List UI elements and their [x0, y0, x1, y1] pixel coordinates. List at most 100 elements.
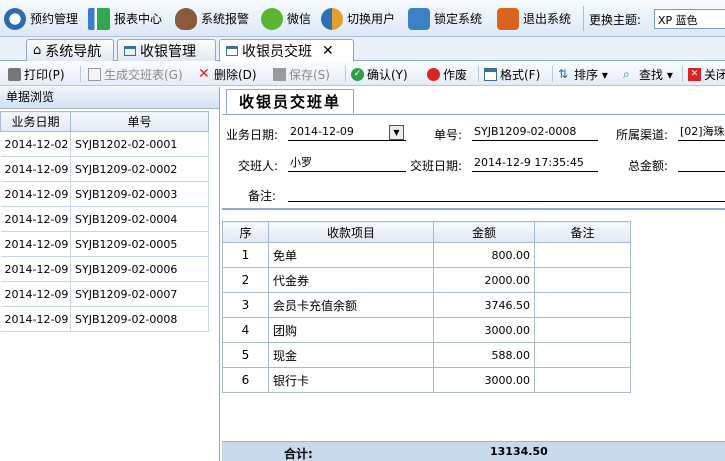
item-cell: 银行卡 — [268, 367, 434, 393]
document-browser-panel: 单据浏览 业务日期 单号 2014-12-02 SYJB1202-02-0001 … — [0, 87, 220, 461]
handover-date-field[interactable]: 2014-12-9 17:35:45 — [472, 154, 598, 172]
action-toolbar: 打印(P) 生成交班表(G) ✕ 删除(D) 保存(S) ✓ 确认(Y) 作废 … — [0, 62, 725, 86]
close-button[interactable]: ✕ 关闭 — [688, 65, 725, 83]
remark-cell[interactable] — [534, 317, 631, 343]
business-date-label: 业务日期: — [226, 128, 279, 142]
table-row[interactable]: 2014-12-09 SYJB1209-02-0004 — [0, 206, 209, 232]
system-alarm-button[interactable]: 系统报警 — [175, 6, 249, 31]
table-row[interactable]: 6 银行卡 3000.00 — [222, 367, 631, 393]
theme-label: 更换主题: — [589, 13, 642, 27]
form-title: 收银员交班单 — [226, 89, 355, 114]
column-header-docno[interactable]: 单号 — [70, 111, 209, 132]
generate-handover-button[interactable]: 生成交班表(G) — [88, 65, 183, 83]
table-row[interactable]: 2014-12-09 SYJB1209-02-0007 — [0, 281, 209, 307]
handover-person-field[interactable]: 小罗 — [288, 154, 406, 172]
report-icon — [88, 7, 110, 30]
date-cell: 2014-12-09 — [0, 156, 71, 182]
print-button[interactable]: 打印(P) — [8, 65, 65, 83]
save-button[interactable]: 保存(S) — [273, 65, 330, 83]
document-list: 业务日期 单号 2014-12-02 SYJB1202-02-0001 2014-… — [0, 111, 209, 332]
save-icon — [273, 67, 286, 81]
column-header-item[interactable]: 收款项目 — [268, 221, 434, 243]
docno-cell: SYJB1209-02-0007 — [70, 281, 209, 307]
table-row[interactable]: 3 会员卡充值余额 3746.50 — [222, 292, 631, 318]
date-cell: 2014-12-09 — [0, 256, 71, 282]
tab-system-navigation[interactable]: ⌂ 系统导航 — [26, 39, 114, 61]
toolbar-divider — [80, 66, 81, 82]
column-header-amount[interactable]: 金额 — [433, 221, 535, 243]
handover-date-label: 交班日期: — [410, 159, 463, 173]
lock-system-button[interactable]: 锁定系统 — [408, 6, 482, 31]
column-header-date[interactable]: 业务日期 — [0, 111, 71, 132]
users-icon — [321, 7, 343, 30]
date-cell: 2014-12-02 — [0, 131, 71, 157]
table-row[interactable]: 2014-12-09 SYJB1209-02-0002 — [0, 156, 209, 182]
chevron-down-icon[interactable]: ▼ — [389, 125, 404, 140]
remark-cell[interactable] — [534, 342, 631, 368]
toolbar-divider — [345, 66, 346, 82]
confirm-button[interactable]: ✓ 确认(Y) — [351, 65, 408, 83]
appointment-button[interactable]: 预约管理 — [4, 6, 78, 31]
tab-cashier-handover[interactable]: 收银员交班 ✕ — [219, 39, 354, 62]
item-cell: 代金券 — [268, 267, 434, 293]
amount-cell: 3746.50 — [433, 292, 535, 318]
table-row[interactable]: 1 免单 800.00 — [222, 242, 631, 268]
handover-person-label: 交班人: — [238, 159, 279, 173]
table-row[interactable]: 2014-12-09 SYJB1209-02-0008 — [0, 306, 209, 332]
remark-cell[interactable] — [534, 242, 631, 268]
doc-no-label: 单号: — [434, 128, 463, 142]
column-header-remark[interactable]: 备注 — [534, 221, 631, 243]
index-cell: 2 — [222, 267, 269, 293]
remark-field[interactable] — [288, 184, 725, 202]
table-row[interactable]: 2014-12-09 SYJB1209-02-0005 — [0, 231, 209, 257]
print-icon — [8, 67, 21, 81]
void-icon — [427, 67, 440, 81]
amount-cell: 3000.00 — [433, 317, 535, 343]
close-icon: ✕ — [688, 67, 701, 81]
table-row[interactable]: 2014-12-02 SYJB1202-02-0001 — [0, 131, 209, 157]
void-button[interactable]: 作废 — [427, 65, 467, 83]
switch-user-button[interactable]: 切换用户 — [321, 6, 395, 31]
tab-cashier-management[interactable]: 收银管理 — [117, 39, 216, 61]
power-icon — [497, 7, 519, 30]
tab-strip: ⌂ 系统导航 收银管理 收银员交班 ✕ — [0, 37, 725, 62]
heart-icon — [175, 7, 197, 30]
docno-cell: SYJB1202-02-0001 — [70, 131, 209, 157]
grid-total-bar: 合计: 13134.50 — [222, 441, 725, 461]
remark-cell[interactable] — [534, 267, 631, 293]
column-header-index[interactable]: 序 — [222, 221, 269, 243]
item-cell: 会员卡充值余额 — [268, 292, 434, 318]
table-row[interactable]: 2 代金券 2000.00 — [222, 267, 631, 293]
index-cell: 6 — [222, 367, 269, 393]
date-cell: 2014-12-09 — [0, 206, 71, 232]
channel-field[interactable]: [02]海珠店 — [678, 123, 725, 141]
close-tab-icon[interactable]: ✕ — [322, 43, 334, 59]
report-center-button[interactable]: 报表中心 — [88, 6, 162, 31]
index-cell: 5 — [222, 342, 269, 368]
table-row[interactable]: 4 团购 3000.00 — [222, 317, 631, 343]
sort-icon: ⇅ — [558, 66, 569, 81]
index-cell: 3 — [222, 292, 269, 318]
toolbar-divider — [583, 6, 584, 31]
table-row[interactable]: 5 现金 588.00 — [222, 342, 631, 368]
total-amount-field[interactable] — [678, 154, 725, 172]
table-row[interactable]: 2014-12-09 SYJB1209-02-0006 — [0, 256, 209, 282]
remark-cell[interactable] — [534, 292, 631, 318]
date-cell: 2014-12-09 — [0, 181, 71, 207]
find-button[interactable]: ⌕ 查找 ▾ — [623, 65, 673, 83]
theme-select[interactable]: XP 蓝色 — [654, 9, 725, 29]
doc-no-field[interactable]: SYJB1209-02-0008 — [472, 123, 598, 141]
exit-system-button[interactable]: 退出系统 — [497, 6, 571, 31]
wechat-button[interactable]: 微信 — [261, 6, 311, 31]
format-button[interactable]: 格式(F) — [484, 65, 540, 83]
confirm-icon: ✓ — [351, 67, 364, 81]
app-window: 预约管理 报表中心 系统报警 微信 切换用户 锁定系统 退出系统 更换主题: X… — [0, 0, 725, 461]
delete-button[interactable]: ✕ 删除(D) — [198, 65, 257, 83]
date-cell: 2014-12-09 — [0, 306, 71, 332]
table-row[interactable]: 2014-12-09 SYJB1209-02-0003 — [0, 181, 209, 207]
remark-cell[interactable] — [534, 367, 631, 393]
sort-button[interactable]: ⇅ 排序 ▾ — [558, 65, 608, 83]
date-cell: 2014-12-09 — [0, 231, 71, 257]
docno-cell: SYJB1209-02-0004 — [70, 206, 209, 232]
docno-cell: SYJB1209-02-0008 — [70, 306, 209, 332]
